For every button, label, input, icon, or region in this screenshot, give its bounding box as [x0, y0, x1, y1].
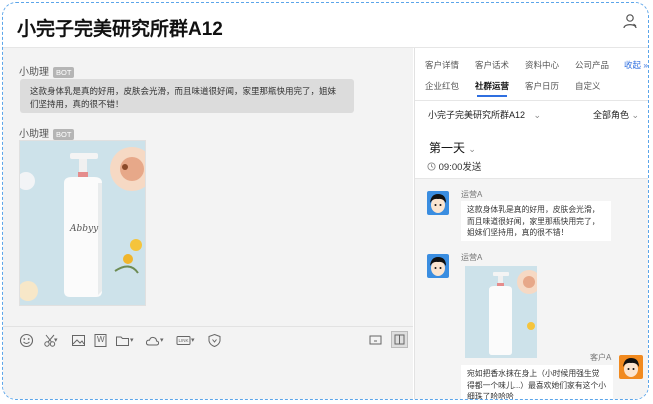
tab-company-products[interactable]: 公司产品 — [575, 59, 609, 71]
double-chevron-right-icon: » — [643, 60, 649, 70]
user-icon[interactable] — [622, 13, 638, 29]
input-toolbar: ▾ W ▾ ▾ LINK ▾ — [3, 326, 413, 355]
tab-bar: 客户详情 客户话术 资料中心 公司产品 收起 » 企业红包 社群运营 客户日历 … — [415, 48, 648, 101]
avatar — [619, 355, 643, 379]
page-title: 小完子完美研究所群A12 — [17, 19, 223, 40]
chevron-down-icon: ⌄ — [468, 144, 476, 154]
message-sender: 运营A — [461, 190, 483, 199]
tab-customer-details[interactable]: 客户详情 — [425, 59, 459, 71]
tab-community-operations[interactable]: 社群运营 — [475, 80, 509, 97]
clock-icon — [427, 162, 436, 171]
message-input[interactable] — [3, 355, 413, 399]
collapse-button[interactable]: 收起 » — [624, 59, 648, 71]
avatar — [427, 254, 449, 278]
message-sender: 小助理 BOT — [19, 63, 75, 78]
group-select-value: 小完子完美研究所群A12 — [428, 110, 526, 120]
chat-header: 小完子完美研究所群A12 — [3, 3, 648, 48]
word-label: W — [97, 335, 105, 344]
sidebar-panel: 客户详情 客户话术 资料中心 公司产品 收起 » 企业红包 社群运营 客户日历 … — [414, 48, 648, 399]
word-doc-icon[interactable]: W — [93, 333, 108, 348]
chat-messages[interactable]: 小助理 BOT 这款身体乳是真的好用，皮肤会光滑，而且味道很好闻，家里那瓶快用完了… — [3, 48, 413, 326]
tab-customer-scripts[interactable]: 客户话术 — [475, 59, 509, 71]
shield-icon[interactable] — [207, 333, 222, 348]
cloud-icon[interactable] — [145, 333, 160, 348]
tab-resource-center[interactable]: 资料中心 — [525, 59, 559, 71]
link-icon[interactable]: LINK — [176, 333, 191, 348]
panel-toggle-icon[interactable] — [391, 331, 408, 348]
product-label: Abbyy — [70, 224, 99, 234]
bot-badge: BOT — [53, 66, 75, 78]
tab-customer-calendar[interactable]: 客户日历 — [525, 80, 559, 92]
tab-custom[interactable]: 自定义 — [575, 80, 601, 92]
role-select-value: 全部角色 — [593, 110, 630, 120]
chevron-down-icon: ⌄ — [533, 110, 542, 120]
image-icon[interactable] — [71, 333, 86, 348]
chevron-down-icon[interactable]: ▾ — [191, 336, 195, 351]
message-bubble[interactable]: 宛如把香水抹在身上（小时候用强生觉得都一个味儿...）最喜欢她们家有这个小细珠了… — [461, 365, 613, 399]
sender-name: 小助理 — [19, 129, 49, 140]
tab-enterprise-red-packet[interactable]: 企业红包 — [425, 80, 459, 92]
script-feed[interactable]: 运营A 这款身体乳是真的好用，皮肤会光滑，而且味道很好闻，家里那瓶快用完了，姐妹… — [415, 179, 648, 399]
chevron-down-icon[interactable]: ▾ — [160, 336, 164, 351]
collapse-label: 收起 — [624, 60, 642, 70]
link-label: LINK — [178, 337, 189, 343]
app-window: 小完子完美研究所群A12 小助理 BOT 这款身体乳是真的好用，皮肤会光滑，而且味… — [2, 2, 649, 400]
message-sender: 小助理 BOT — [19, 125, 75, 140]
folder-icon[interactable] — [115, 333, 130, 348]
day-label: 第一天 — [429, 141, 466, 155]
emoji-icon[interactable] — [19, 333, 34, 348]
chevron-down-icon[interactable]: ▾ — [130, 336, 134, 351]
send-time-text: 09:00发送 — [438, 162, 482, 173]
message-bubble[interactable]: 这款身体乳是真的好用，皮肤会光滑，而且味道很好闻，家里那瓶快用完了，姐妹们坚持用… — [461, 201, 611, 241]
day-selector[interactable]: 第一天 ⌄ — [429, 139, 476, 156]
product-image[interactable]: Abbyy — [19, 140, 146, 306]
product-image[interactable] — [465, 266, 537, 358]
filter-bar: 小完子完美研究所群A12 ⌄ 全部角色 ⌄ — [415, 101, 648, 127]
group-select[interactable]: 小完子完美研究所群A12 ⌄ — [428, 108, 541, 121]
chevron-down-icon[interactable]: ▾ — [54, 336, 58, 351]
bot-badge: BOT — [53, 128, 75, 140]
screen-icon[interactable] — [368, 333, 383, 348]
chevron-down-icon: ⌄ — [631, 110, 640, 120]
send-time: 09:00发送 — [427, 159, 481, 173]
avatar — [427, 191, 449, 215]
sender-name: 小助理 — [19, 67, 49, 78]
message-sender: 运营A — [461, 253, 483, 262]
message-bubble[interactable]: 这款身体乳是真的好用，皮肤会光滑，而且味道很好闻，家里那瓶快用完了，姐妹们坚持用… — [20, 79, 354, 113]
role-select[interactable]: 全部角色 ⌄ — [593, 108, 639, 121]
message-sender: 客户A — [590, 353, 612, 362]
